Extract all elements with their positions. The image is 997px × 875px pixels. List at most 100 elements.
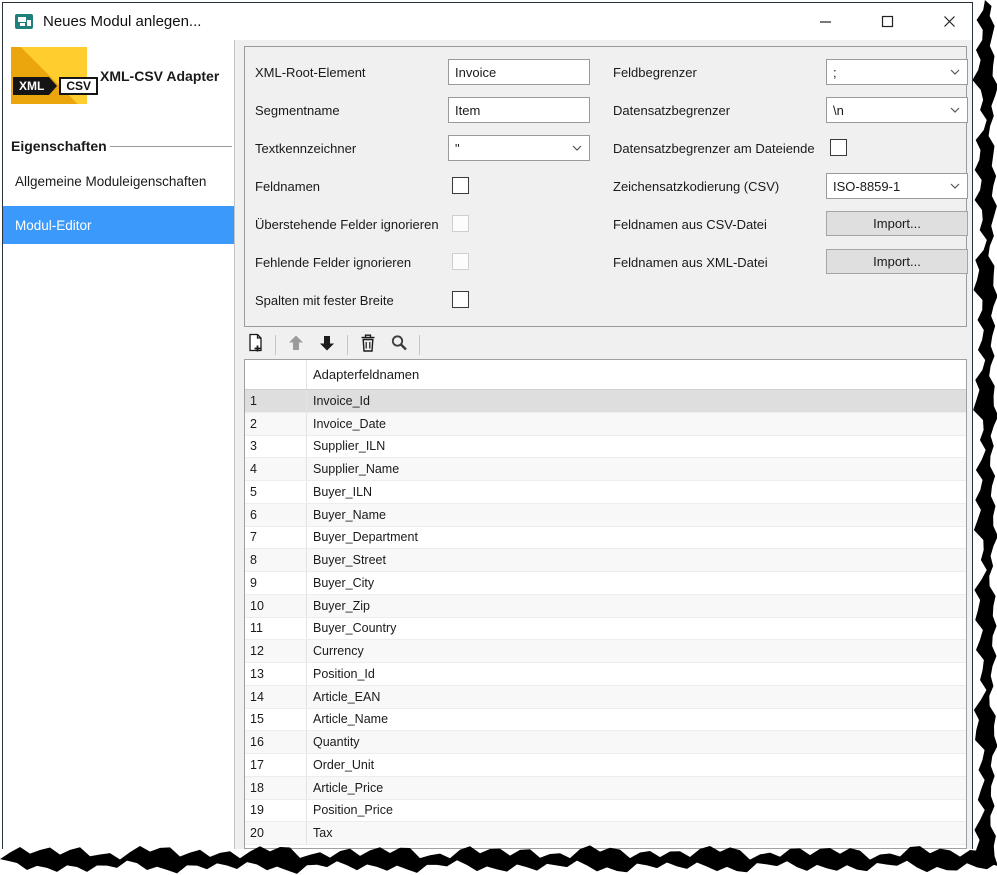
spalten-mit-fester-breite-label: Spalten mit fester Breite	[255, 287, 394, 313]
row-number: 15	[245, 709, 307, 731]
table-row[interactable]: 15Article_Name	[245, 709, 966, 732]
adapter-field-name: Quantity	[307, 731, 966, 753]
table-row[interactable]: 2Invoice_Date	[245, 413, 966, 436]
table-row[interactable]: 7Buyer_Department	[245, 527, 966, 550]
adapter-field-name: Buyer_Name	[307, 504, 966, 526]
app-icon	[15, 14, 33, 29]
move-down-icon	[317, 333, 337, 358]
sidebar-item-allgemeine-moduleigenschaften[interactable]: Allgemeine Moduleigenschaften	[3, 164, 234, 198]
search-icon	[389, 333, 409, 358]
row-number: 11	[245, 618, 307, 640]
minimize-icon	[819, 15, 832, 28]
table-row[interactable]: 8Buyer_Street	[245, 549, 966, 572]
datensatzbegrenzer-value: \n	[833, 103, 844, 118]
adapter-title: XML-CSV Adapter	[100, 68, 219, 84]
feldbegrenzer-select[interactable]: ;	[826, 59, 968, 85]
adapter-field-name: Buyer_Zip	[307, 595, 966, 617]
table-row[interactable]: 3Supplier_ILN	[245, 436, 966, 459]
close-button[interactable]	[934, 8, 964, 36]
form-row-datensatzbegrenzer: Datensatzbegrenzer \n	[245, 97, 966, 123]
window-title: Neues Modul anlegen...	[43, 13, 201, 30]
chevron-down-icon	[950, 183, 960, 189]
chevron-down-icon	[950, 107, 960, 113]
table-row[interactable]: 12Currency	[245, 640, 966, 663]
feldnamen-aus-xml-datei-import-button[interactable]: Import...	[826, 249, 968, 274]
table-row[interactable]: 19Position_Price	[245, 800, 966, 823]
section-rule	[110, 146, 232, 147]
form-row-spalten-mit-fester-breite: Spalten mit fester Breite	[245, 287, 966, 313]
add-field-icon	[245, 333, 265, 358]
move-down-button[interactable]	[316, 334, 338, 356]
row-number: 20	[245, 822, 307, 844]
title-bar: Neues Modul anlegen...	[3, 3, 972, 40]
row-number: 17	[245, 754, 307, 776]
form-row-feldnamen-aus-csv-datei: Feldnamen aus CSV-DateiImport...	[245, 211, 966, 237]
table-row[interactable]: 5Buyer_ILN	[245, 481, 966, 504]
datensatzbegrenzer-am-dateiende-label: Datensatzbegrenzer am Dateiende	[613, 135, 815, 161]
adapter-field-name: Buyer_City	[307, 572, 966, 594]
table-row[interactable]: 18Article_Price	[245, 777, 966, 800]
adapter-field-name: Buyer_Country	[307, 618, 966, 640]
row-number: 1	[245, 390, 307, 412]
feldnamen-aus-csv-datei-import-button[interactable]: Import...	[826, 211, 968, 236]
zeichensatzkodierung-csv-label: Zeichensatzkodierung (CSV)	[613, 173, 779, 199]
row-number: 2	[245, 413, 307, 435]
delete-button[interactable]	[357, 334, 379, 356]
row-number: 3	[245, 436, 307, 458]
table-row[interactable]: 9Buyer_City	[245, 572, 966, 595]
row-number: 8	[245, 549, 307, 571]
table-row[interactable]: 13Position_Id	[245, 663, 966, 686]
table-row[interactable]: 6Buyer_Name	[245, 504, 966, 527]
maximize-button[interactable]	[872, 8, 902, 36]
adapter-field-name: Article_Price	[307, 777, 966, 799]
table-header: Adapterfeldnamen	[245, 360, 966, 390]
form-row-zeichensatzkodierung-csv: Zeichensatzkodierung (CSV) ISO-8859-1	[245, 173, 966, 199]
table-row[interactable]: 11Buyer_Country	[245, 618, 966, 641]
delete-icon	[358, 333, 378, 358]
form-row-feldnamen-aus-xml-datei: Feldnamen aus XML-Datei Import...	[245, 249, 966, 275]
adapter-field-name: Article_Name	[307, 709, 966, 731]
minimize-button[interactable]	[810, 8, 840, 36]
table-row[interactable]: 14Article_EAN	[245, 686, 966, 709]
adapter-field-name: Buyer_ILN	[307, 481, 966, 503]
row-number: 14	[245, 686, 307, 708]
spalten-mit-fester-breite-checkbox[interactable]	[452, 291, 469, 308]
add-field-button[interactable]	[244, 334, 266, 356]
feldnamen-aus-xml-datei-label: Feldnamen aus XML-Datei	[613, 249, 768, 275]
adapter-field-name: Supplier_ILN	[307, 436, 966, 458]
close-icon	[943, 15, 956, 28]
adapter-field-name: Currency	[307, 640, 966, 662]
adapter-brand: XML CSV XML-CSV Adapter	[3, 40, 234, 104]
toolbar-separator	[347, 335, 348, 355]
move-up-icon	[286, 333, 306, 358]
logo-arrow-icon	[49, 77, 57, 95]
adapter-field-name: Article_EAN	[307, 686, 966, 708]
row-number: 19	[245, 800, 307, 822]
chevron-down-icon	[950, 69, 960, 75]
table-row[interactable]: 16Quantity	[245, 731, 966, 754]
logo-csv-label: CSV	[59, 77, 98, 95]
adapter-field-name: Buyer_Street	[307, 549, 966, 571]
adapter-field-name: Supplier_Name	[307, 458, 966, 480]
table-row[interactable]: 4Supplier_Name	[245, 458, 966, 481]
adapter-field-name: Invoice_Date	[307, 413, 966, 435]
row-number: 7	[245, 527, 307, 549]
row-number: 13	[245, 663, 307, 685]
maximize-icon	[881, 15, 894, 28]
search-button[interactable]	[388, 334, 410, 356]
feldbegrenzer-value: ;	[833, 65, 837, 80]
table-row[interactable]: 20Tax	[245, 822, 966, 845]
row-number: 9	[245, 572, 307, 594]
datensatzbegrenzer-select[interactable]: \n	[826, 97, 968, 123]
datensatzbegrenzer-label: Datensatzbegrenzer	[613, 97, 730, 123]
adapter-field-name: Invoice_Id	[307, 390, 966, 412]
row-number: 12	[245, 640, 307, 662]
sidebar-item-modul-editor[interactable]: Modul-Editor	[3, 206, 234, 244]
table-row[interactable]: 17Order_Unit	[245, 754, 966, 777]
field-list-toolbar	[244, 333, 420, 357]
zeichensatzkodierung-csv-select[interactable]: ISO-8859-1	[826, 173, 968, 199]
table-row[interactable]: 10Buyer_Zip	[245, 595, 966, 618]
table-row[interactable]: 1Invoice_Id	[245, 390, 966, 413]
datensatzbegrenzer-am-dateiende-checkbox[interactable]	[830, 139, 847, 156]
row-number: 5	[245, 481, 307, 503]
